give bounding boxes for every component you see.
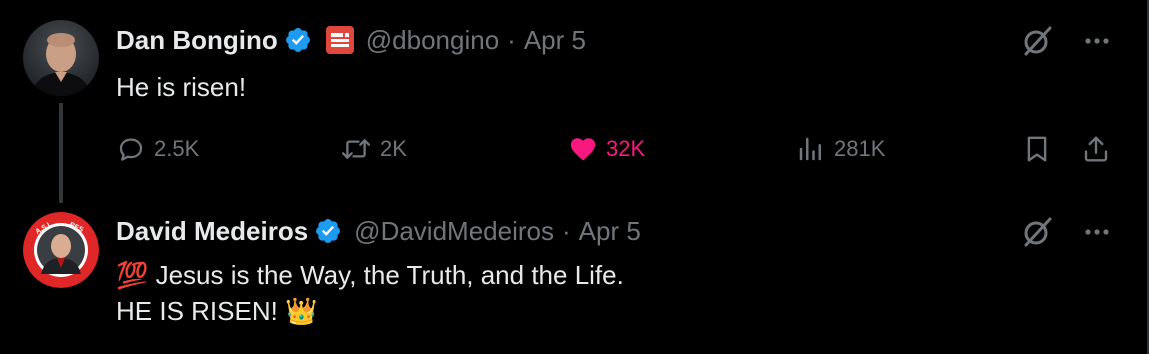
author-handle[interactable]: @DavidMedeiros xyxy=(354,216,554,247)
reply-button[interactable]: 2.5K xyxy=(116,131,199,167)
tweet-header: Dan Bongino @dbongino · Apr 5 xyxy=(116,22,586,58)
more-options-icon[interactable] xyxy=(1084,228,1110,236)
share-button[interactable] xyxy=(1081,131,1111,167)
avatar[interactable] xyxy=(23,20,99,96)
share-icon xyxy=(1084,136,1108,162)
bookmark-button[interactable] xyxy=(1022,131,1052,167)
tweet-text: He is risen! xyxy=(116,72,247,102)
tweet-action-bar: 2.5K 2K 32K 281K xyxy=(116,131,1116,167)
views-button[interactable]: 281K xyxy=(796,131,885,167)
tweet[interactable]: A.S.I RES David Medeiros @DavidMedeiros … xyxy=(0,205,1140,354)
reply-count: 2.5K xyxy=(154,136,200,161)
tweet-date[interactable]: Apr 5 xyxy=(579,216,641,247)
like-count: 32K xyxy=(606,136,646,161)
tweet[interactable]: Dan Bongino @dbongino · Apr 5 He is rise… xyxy=(0,0,1140,205)
separator-dot: · xyxy=(561,215,571,246)
author-name[interactable]: David Medeiros xyxy=(116,216,308,247)
avatar[interactable]: A.S.I RES xyxy=(23,212,99,288)
bookmark-icon xyxy=(1027,136,1047,162)
news-badge-icon[interactable] xyxy=(325,26,354,54)
repost-count: 2K xyxy=(380,136,407,161)
tweet-text-line: 💯 Jesus is the Way, the Truth, and the L… xyxy=(116,260,624,290)
grok-icon[interactable] xyxy=(1020,24,1054,58)
views-count: 281K xyxy=(834,136,886,161)
tweet-top-actions xyxy=(1020,24,1110,58)
tweet-text-line: HE IS RISEN! 👑 xyxy=(116,296,318,326)
verified-badge-icon[interactable] xyxy=(314,217,342,245)
reply-icon xyxy=(119,138,143,161)
repost-icon xyxy=(341,139,371,159)
grok-icon[interactable] xyxy=(1020,215,1054,249)
views-chart-icon xyxy=(799,137,821,161)
tweet-text: 💯 Jesus is the Way, the Truth, and the L… xyxy=(116,257,624,329)
separator-dot: · xyxy=(507,24,516,55)
author-handle[interactable]: @dbongino xyxy=(366,25,499,56)
verified-badge-icon[interactable] xyxy=(284,26,312,54)
tweet-header: David Medeiros @DavidMedeiros · Apr 5 xyxy=(116,213,641,249)
timeline-thread: Dan Bongino @dbongino · Apr 5 He is rise… xyxy=(0,0,1149,354)
tweet-top-actions xyxy=(1020,215,1110,249)
heart-icon xyxy=(570,138,596,161)
repost-button[interactable]: 2K xyxy=(340,131,407,167)
like-button[interactable]: 32K xyxy=(568,131,645,167)
tweet-date[interactable]: Apr 5 xyxy=(524,25,586,56)
more-options-icon[interactable] xyxy=(1084,37,1110,45)
author-name[interactable]: Dan Bongino xyxy=(116,25,278,56)
thread-connector xyxy=(59,103,63,203)
